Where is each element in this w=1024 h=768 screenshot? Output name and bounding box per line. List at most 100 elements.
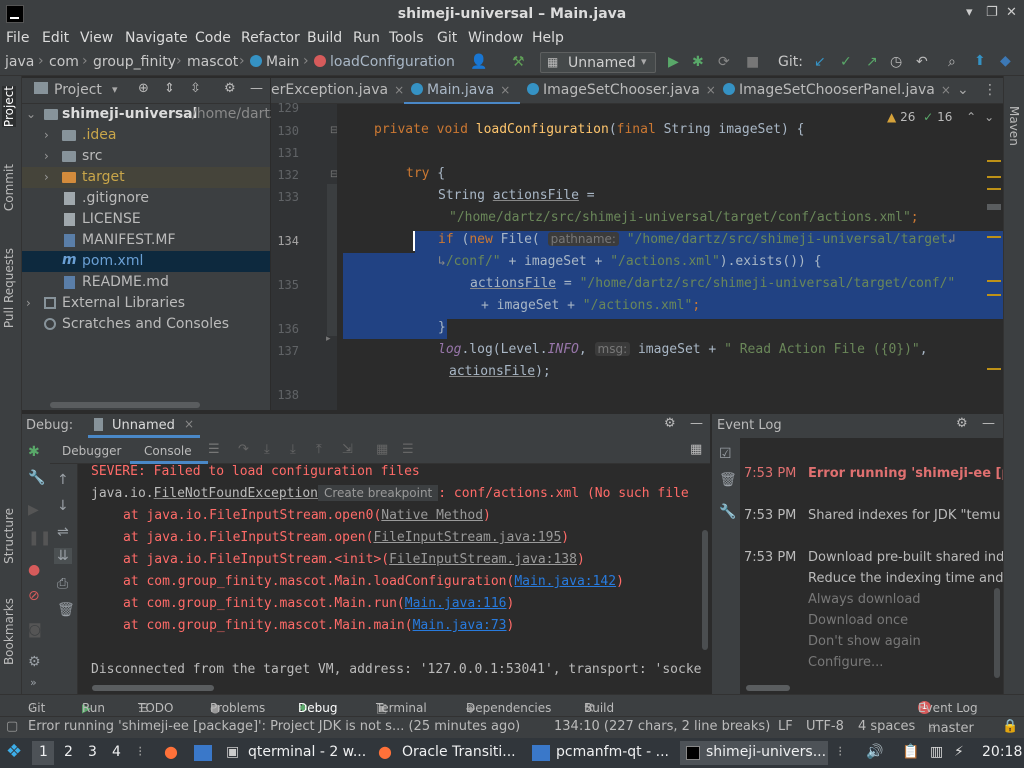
git-commit-icon[interactable]: ✓ xyxy=(840,54,852,70)
gear-icon[interactable]: ⚙ xyxy=(664,416,676,431)
camera-icon[interactable]: ◙ xyxy=(28,622,42,638)
error-stripe-mark[interactable] xyxy=(987,368,1001,370)
firefox-launcher-icon[interactable]: ● xyxy=(164,742,178,761)
debug-icon[interactable]: ✱ xyxy=(692,54,704,70)
menu-code[interactable]: Code xyxy=(195,30,231,46)
tab-pull-requests[interactable]: Pull Requests xyxy=(2,248,16,328)
event-log-body[interactable]: 7:53 PM Error running 'shimeji-ee [p 7:5… xyxy=(740,438,1003,694)
frames-icon[interactable]: ▦ xyxy=(376,442,388,457)
more-icon[interactable]: ⋮ xyxy=(983,82,997,98)
menu-build[interactable]: Build xyxy=(307,30,342,46)
project-view-label[interactable]: Project xyxy=(54,82,102,98)
menu-navigate[interactable]: Navigate xyxy=(125,30,188,46)
gear-icon[interactable]: ⚙ xyxy=(224,81,236,96)
mute-breakpoints-icon[interactable]: ⊘ xyxy=(28,588,40,604)
desktop-3[interactable]: 3 xyxy=(88,744,97,760)
desktop-1[interactable]: 1 xyxy=(39,744,48,760)
step-over-icon[interactable]: ↷ xyxy=(238,442,249,457)
run-configuration-selector[interactable]: ▦ Unnamed ▾ xyxy=(540,52,656,73)
chevron-down-icon[interactable]: ▾ xyxy=(112,83,118,96)
tree-item-external-libraries[interactable]: › External Libraries xyxy=(22,293,270,314)
arrow-up-icon[interactable]: ↑ xyxy=(57,472,69,488)
history-icon[interactable]: ◷ xyxy=(890,54,902,70)
menu-tools[interactable]: Tools xyxy=(389,30,424,46)
pause-icon[interactable]: ❚❚ xyxy=(28,530,51,546)
soft-wrap-icon[interactable]: ⇌ xyxy=(57,524,69,540)
menu-refactor[interactable]: Refactor xyxy=(241,30,300,46)
menu-run[interactable]: Run xyxy=(353,30,380,46)
event-action-link[interactable]: Configure... xyxy=(808,655,883,670)
locate-icon[interactable]: ⊕ xyxy=(138,81,149,96)
trash-icon[interactable]: 🗑 xyxy=(57,602,75,618)
tree-item-gitignore[interactable]: .gitignore xyxy=(22,188,270,209)
vertical-scrollbar[interactable] xyxy=(994,588,1000,678)
expand-all-icon[interactable]: ⇕ xyxy=(164,81,175,96)
error-stripe-mark[interactable] xyxy=(987,176,1001,178)
file-manager-launcher-icon[interactable] xyxy=(194,745,212,761)
taskbar-app-firefox[interactable]: Oracle Transiti... xyxy=(402,744,516,760)
tree-item-src[interactable]: › src xyxy=(22,146,270,167)
lock-icon[interactable]: 🔒 xyxy=(1002,719,1018,734)
tab-imagesetchooserpanel-java[interactable]: ImageSetChooserPanel.java × xyxy=(723,82,951,98)
menu-icon[interactable]: ☰ xyxy=(208,442,220,457)
code-editor[interactable]: private void loadConfiguration(final Str… xyxy=(337,104,1003,410)
collapse-all-icon[interactable]: ⇳ xyxy=(190,81,201,96)
close-icon[interactable]: ✕ xyxy=(1006,5,1017,20)
arrow-down-icon[interactable]: ↓ xyxy=(57,498,69,514)
tab-bookmarks[interactable]: Bookmarks xyxy=(2,598,16,665)
update-available-icon[interactable]: ⬆ xyxy=(974,53,986,69)
close-icon[interactable]: × xyxy=(184,417,194,431)
menu-git[interactable]: Git xyxy=(437,30,457,46)
tab-main-java[interactable]: Main.java × xyxy=(411,82,510,98)
breadcrumb-main[interactable]: Main xyxy=(250,54,299,70)
step-into-icon[interactable]: ⤓ xyxy=(264,442,270,457)
tab-imagesetchooser-java[interactable]: ImageSetChooser.java × xyxy=(527,82,716,98)
error-stripe-mark[interactable] xyxy=(987,236,1001,238)
taskbar-app-intellij[interactable]: shimeji-univers... xyxy=(706,744,826,760)
clipboard-icon[interactable]: 📋 xyxy=(902,744,919,760)
breadcrumb-com[interactable]: com xyxy=(49,54,79,70)
mark-read-icon[interactable]: ☑ xyxy=(719,446,732,462)
jetbrains-logo-icon[interactable]: ◆ xyxy=(1000,53,1011,69)
stop-icon[interactable]: ■ xyxy=(746,54,759,70)
inspection-widget[interactable]: ▲ 26 ✓ 16 ⌃ ⌄ xyxy=(887,110,994,124)
tree-item-scratches[interactable]: Scratches and Consoles xyxy=(22,314,270,335)
more-icon[interactable]: » xyxy=(30,676,37,689)
event-action-link[interactable]: Download once xyxy=(808,613,908,628)
tab-commit[interactable]: Commit xyxy=(2,164,16,211)
event-action-link[interactable]: Don't show again xyxy=(808,634,921,649)
error-stripe-mark[interactable] xyxy=(987,280,1001,282)
wrench-icon[interactable]: 🔧 xyxy=(28,470,45,486)
vertical-scrollbar[interactable] xyxy=(702,530,708,650)
git-push-icon[interactable]: ↗ xyxy=(866,54,878,70)
build-hammer-icon[interactable]: ⚒ xyxy=(512,54,525,70)
tree-item-pom[interactable]: m pom.xml xyxy=(22,251,270,272)
power-icon[interactable]: ⚡ xyxy=(954,744,964,760)
git-update-icon[interactable]: ↙ xyxy=(814,54,826,70)
force-step-into-icon[interactable]: ⤓ xyxy=(290,442,296,457)
user-icon[interactable]: 👤 xyxy=(470,54,487,70)
scroll-to-end-icon[interactable]: ⇊ xyxy=(54,548,72,564)
menu-file[interactable]: File xyxy=(6,30,29,46)
breadcrumb-mascot[interactable]: mascot xyxy=(187,54,238,70)
volume-icon[interactable]: 🔊 xyxy=(866,744,883,760)
taskbar-app-pcmanfm[interactable]: pcmanfm-qt - ... xyxy=(556,744,669,760)
event-text[interactable]: Shared indexes for JDK "temu xyxy=(808,508,1000,523)
horizontal-scrollbar[interactable] xyxy=(50,402,200,408)
close-icon[interactable]: × xyxy=(941,83,951,97)
layout-icon[interactable]: ▦ xyxy=(690,442,702,457)
desktop-4[interactable]: 4 xyxy=(112,744,121,760)
tree-item-idea[interactable]: › .idea xyxy=(22,125,270,146)
rerun-debug-icon[interactable]: ✱ xyxy=(28,444,40,460)
minimize-icon[interactable]: ▾ xyxy=(966,5,973,20)
search-icon[interactable]: ⌕ xyxy=(948,54,956,70)
status-message[interactable]: Error running 'shimeji-ee [package]': Pr… xyxy=(28,719,520,734)
menu-window[interactable]: Window xyxy=(468,30,523,46)
hide-icon[interactable]: — xyxy=(690,416,703,431)
tree-item-readme[interactable]: README.md xyxy=(22,272,270,293)
event-action-link[interactable]: Always download xyxy=(808,592,921,607)
menu-edit[interactable]: Edit xyxy=(42,30,69,46)
line-separator[interactable]: LF xyxy=(778,719,793,734)
tab-console[interactable]: Console xyxy=(144,444,192,458)
tab-structure[interactable]: Structure xyxy=(2,508,16,564)
